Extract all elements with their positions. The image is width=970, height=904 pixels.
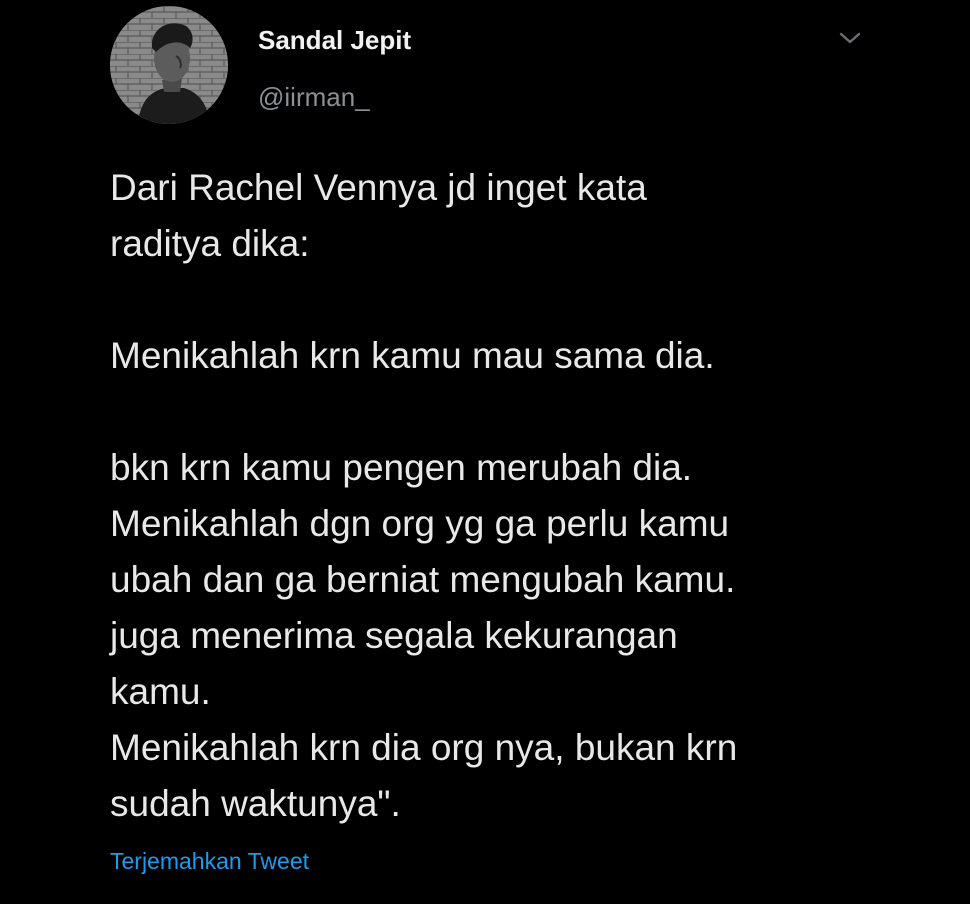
- translate-tweet-link[interactable]: Terjemahkan Tweet: [110, 846, 309, 876]
- tweet-text-line: Dari Rachel Vennya jd inget kata: [110, 167, 647, 208]
- author-avatar[interactable]: [110, 6, 228, 124]
- tweet-menu-button[interactable]: [830, 20, 870, 56]
- tweet-text-line: bkn krn kamu pengen merubah dia.: [110, 447, 693, 488]
- author-display-name[interactable]: Sandal Jepit: [258, 24, 411, 56]
- avatar-photo-icon: [110, 6, 228, 124]
- tweet-text-line: kamu.: [110, 671, 211, 712]
- tweet-text-line: raditya dika:: [110, 223, 310, 264]
- tweet-text-line: Menikahlah dgn org yg ga perlu kamu: [110, 503, 730, 544]
- tweet-text-line: Menikahlah krn kamu mau sama dia.: [110, 335, 715, 376]
- chevron-down-icon: [839, 32, 861, 44]
- author-handle[interactable]: @iirman_: [258, 81, 370, 113]
- tweet-text-line: Menikahlah krn dia org nya, bukan krn: [110, 727, 738, 768]
- tweet-card: Sandal Jepit @iirman_ Dari Rachel Vennya…: [0, 0, 970, 904]
- tweet-text-line: juga menerima segala kekurangan: [110, 615, 678, 656]
- tweet-text-line: ubah dan ga berniat mengubah kamu.: [110, 559, 736, 600]
- tweet-text-line: sudah waktunya".: [110, 783, 401, 824]
- tweet-text: Dari Rachel Vennya jd inget kata raditya…: [110, 160, 940, 832]
